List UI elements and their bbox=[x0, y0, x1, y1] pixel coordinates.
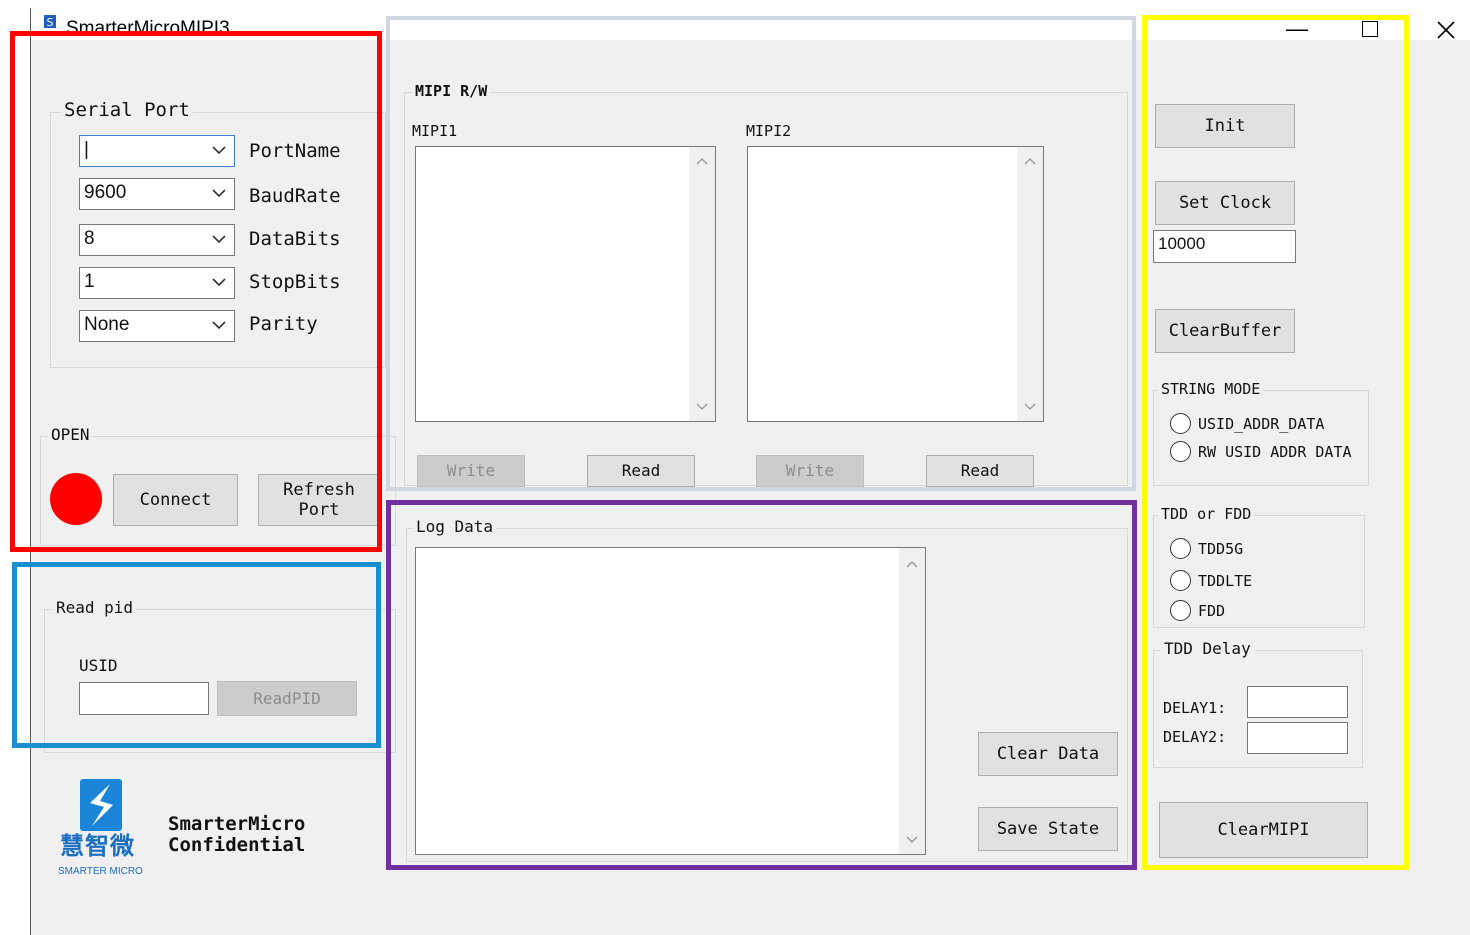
logo-chinese-text: 慧智微 bbox=[60, 832, 135, 860]
fdd-radio[interactable] bbox=[1170, 600, 1191, 621]
read-pid-label: Read pid bbox=[53, 598, 137, 618]
mipi2-label: MIPI2 bbox=[746, 122, 792, 140]
mipi2-scrollbar[interactable] bbox=[1017, 147, 1043, 421]
close-icon[interactable] bbox=[1436, 20, 1456, 40]
log-textarea[interactable] bbox=[415, 547, 926, 855]
mipi1-textarea[interactable] bbox=[415, 146, 716, 422]
baud-rate-label: BaudRate bbox=[249, 185, 341, 207]
tddlte-radio[interactable] bbox=[1170, 570, 1191, 591]
log-scrollbar[interactable] bbox=[899, 548, 925, 854]
stop-bits-value: 1 bbox=[84, 271, 95, 292]
mipi1-label: MIPI1 bbox=[412, 122, 458, 140]
logo-english-text: SMARTER MICRO bbox=[58, 866, 143, 877]
delay1-input[interactable] bbox=[1247, 686, 1348, 718]
svg-text:S: S bbox=[47, 16, 54, 29]
string-mode-group bbox=[1153, 390, 1369, 486]
read-pid-button[interactable]: ReadPID bbox=[217, 681, 357, 716]
scroll-up-icon[interactable] bbox=[1024, 157, 1036, 165]
clear-data-button[interactable]: Clear Data bbox=[978, 732, 1118, 776]
baud-rate-combo[interactable]: 9600 bbox=[79, 178, 235, 210]
chevron-down-icon bbox=[212, 278, 226, 287]
mipi2-write-button[interactable]: Write bbox=[756, 455, 864, 487]
tddlte-label: TDDLTE bbox=[1198, 572, 1253, 590]
confidential-text: Confidential bbox=[168, 834, 306, 856]
tdd5g-radio[interactable] bbox=[1170, 538, 1191, 559]
mipi1-write-button[interactable]: Write bbox=[417, 455, 525, 487]
minimize-icon[interactable]: — bbox=[1280, 14, 1314, 44]
mipi1-scrollbar[interactable] bbox=[689, 147, 715, 421]
init-button[interactable]: Init bbox=[1155, 104, 1295, 148]
stop-bits-label: StopBits bbox=[249, 271, 341, 293]
parity-label: Parity bbox=[249, 313, 318, 335]
baud-rate-value: 9600 bbox=[84, 182, 127, 203]
scroll-down-icon[interactable] bbox=[696, 403, 708, 411]
scroll-down-icon[interactable] bbox=[906, 836, 918, 844]
scroll-down-icon[interactable] bbox=[1024, 403, 1036, 411]
maximize-icon[interactable] bbox=[1362, 21, 1378, 37]
delay1-label: DELAY1: bbox=[1163, 699, 1227, 717]
clock-input[interactable]: 10000 bbox=[1153, 230, 1296, 263]
port-name-label: PortName bbox=[249, 140, 341, 162]
port-name-combo[interactable]: | bbox=[79, 135, 235, 167]
parity-combo[interactable]: None bbox=[79, 310, 235, 342]
usid-addr-data-label: USID_ADDR_DATA bbox=[1198, 415, 1325, 433]
serial-port-label: Serial Port bbox=[61, 100, 193, 120]
chevron-down-icon bbox=[212, 321, 226, 330]
mipi2-read-button[interactable]: Read bbox=[926, 455, 1034, 487]
connection-status-indicator bbox=[50, 473, 102, 525]
data-bits-value: 8 bbox=[84, 228, 95, 249]
usid-input[interactable] bbox=[79, 682, 209, 715]
data-bits-combo[interactable]: 8 bbox=[79, 224, 235, 256]
refresh-port-button[interactable]: Refresh Port bbox=[258, 474, 380, 526]
chevron-down-icon bbox=[212, 235, 226, 244]
chevron-down-icon bbox=[212, 146, 226, 155]
tdd5g-label: TDD5G bbox=[1198, 540, 1244, 558]
save-state-button[interactable]: Save State bbox=[978, 807, 1118, 851]
open-label: OPEN bbox=[48, 425, 93, 445]
set-clock-button[interactable]: Set Clock bbox=[1155, 181, 1295, 225]
fdd-label: FDD bbox=[1198, 602, 1226, 620]
string-mode-label: STRING MODE bbox=[1158, 379, 1264, 399]
clear-mipi-button[interactable]: ClearMIPI bbox=[1159, 802, 1368, 858]
delay2-label: DELAY2: bbox=[1163, 728, 1227, 746]
log-data-label: Log Data bbox=[413, 517, 497, 537]
window-title: SmarterMicroMIPI3 bbox=[66, 18, 230, 36]
delay2-input[interactable] bbox=[1247, 722, 1348, 754]
rw-usid-addr-data-label: RW USID ADDR DATA bbox=[1198, 443, 1352, 461]
mipi-rw-label: MIPI R/W bbox=[412, 81, 491, 101]
usid-label: USID bbox=[79, 656, 118, 675]
scroll-up-icon[interactable] bbox=[906, 560, 918, 568]
mipi2-textarea[interactable] bbox=[747, 146, 1044, 422]
chevron-down-icon bbox=[212, 189, 226, 198]
tdd-delay-label: TDD Delay bbox=[1161, 639, 1254, 659]
company-name-text: SmarterMicro bbox=[168, 813, 306, 835]
data-bits-label: DataBits bbox=[249, 228, 341, 250]
title-bar bbox=[31, 8, 1470, 40]
stop-bits-combo[interactable]: 1 bbox=[79, 267, 235, 299]
scroll-up-icon[interactable] bbox=[696, 157, 708, 165]
parity-value: None bbox=[84, 314, 130, 335]
usid-addr-data-radio[interactable] bbox=[1170, 413, 1191, 434]
mipi1-read-button[interactable]: Read bbox=[587, 455, 695, 487]
app-icon: S bbox=[42, 14, 58, 34]
smartermicro-logo-icon bbox=[80, 779, 122, 831]
clear-buffer-button[interactable]: ClearBuffer bbox=[1155, 309, 1295, 353]
tdd-fdd-label: TDD or FDD bbox=[1158, 504, 1255, 524]
port-name-value: | bbox=[84, 139, 89, 160]
connect-button[interactable]: Connect bbox=[113, 474, 238, 526]
rw-usid-addr-data-radio[interactable] bbox=[1170, 441, 1191, 462]
